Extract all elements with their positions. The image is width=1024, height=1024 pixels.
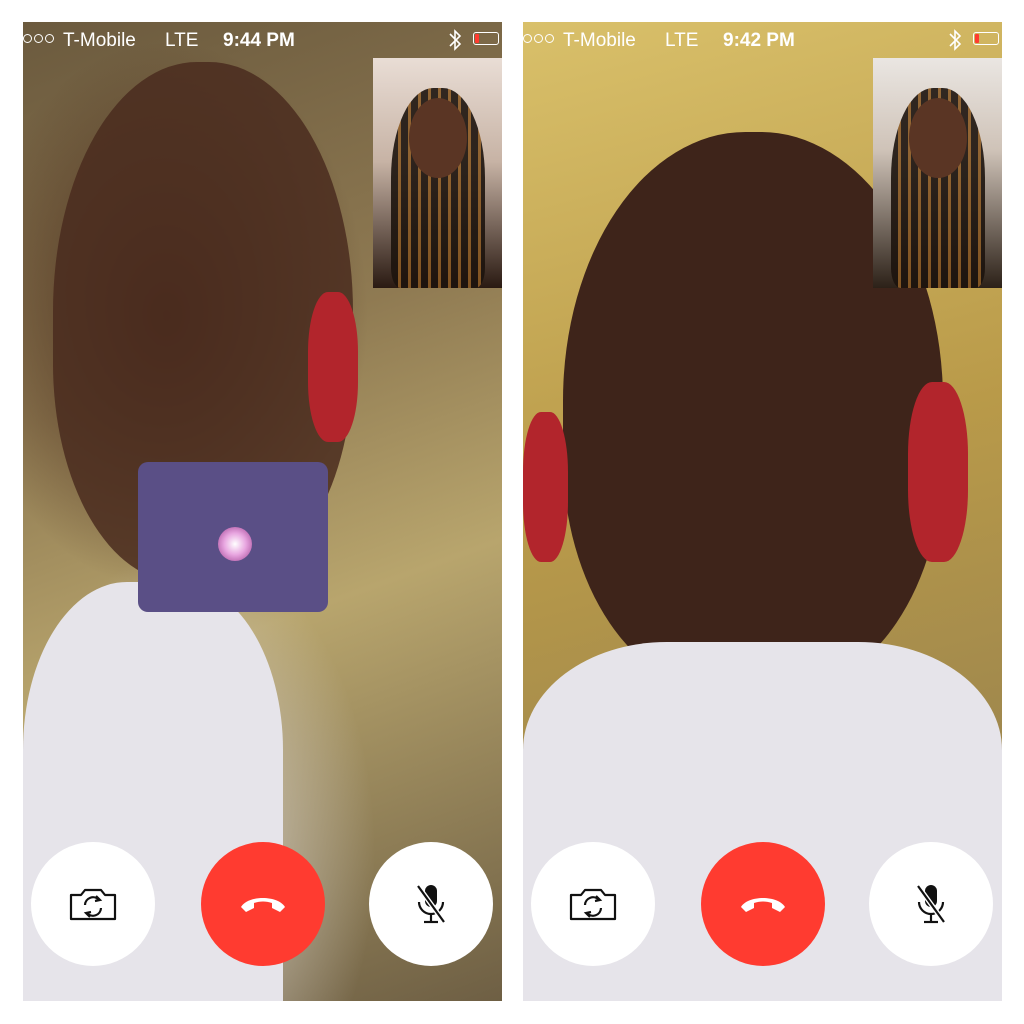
battery-low-icon — [473, 32, 499, 45]
call-controls — [523, 838, 1002, 968]
bluetooth-icon — [949, 29, 962, 51]
signal-dots-icon — [523, 34, 554, 43]
mute-microphone-icon — [415, 884, 447, 924]
pip-face-shape — [409, 98, 467, 178]
toy-light-shape — [218, 527, 252, 561]
facetime-screen-left: T-Mobile LTE 9:44 PM — [23, 22, 502, 1001]
flip-camera-icon — [569, 888, 617, 921]
status-bar: T-Mobile LTE 9:44 PM — [23, 22, 502, 58]
flip-camera-button[interactable] — [531, 842, 655, 966]
flip-camera-icon — [69, 888, 117, 921]
self-view-pip[interactable] — [373, 58, 502, 288]
network-type-label: LTE — [665, 30, 699, 51]
mute-button[interactable] — [869, 842, 993, 966]
battery-low-icon — [973, 32, 999, 45]
headphone-shape — [908, 382, 968, 562]
flip-camera-button[interactable] — [31, 842, 155, 966]
pip-face-shape — [909, 98, 967, 178]
carrier-label: T-Mobile — [563, 30, 636, 51]
battery-level — [475, 34, 479, 43]
network-type-label: LTE — [165, 30, 199, 51]
headphone-shape — [308, 292, 358, 442]
end-call-icon — [241, 898, 285, 912]
facetime-screen-right: T-Mobile LTE 9:42 PM — [523, 22, 1002, 1001]
self-view-pip[interactable] — [873, 58, 1002, 288]
end-call-button[interactable] — [701, 842, 825, 966]
battery-level — [975, 34, 979, 43]
end-call-button[interactable] — [201, 842, 325, 966]
bluetooth-icon — [449, 29, 462, 51]
clock-time: 9:42 PM — [723, 30, 795, 51]
status-bar: T-Mobile LTE 9:42 PM — [523, 22, 1002, 58]
mute-button[interactable] — [369, 842, 493, 966]
call-controls — [23, 838, 502, 968]
clock-time: 9:44 PM — [223, 30, 295, 51]
carrier-label: T-Mobile — [63, 30, 136, 51]
headphone-shape — [523, 412, 568, 562]
mute-microphone-icon — [915, 884, 947, 924]
end-call-icon — [741, 898, 785, 912]
signal-dots-icon — [23, 34, 54, 43]
